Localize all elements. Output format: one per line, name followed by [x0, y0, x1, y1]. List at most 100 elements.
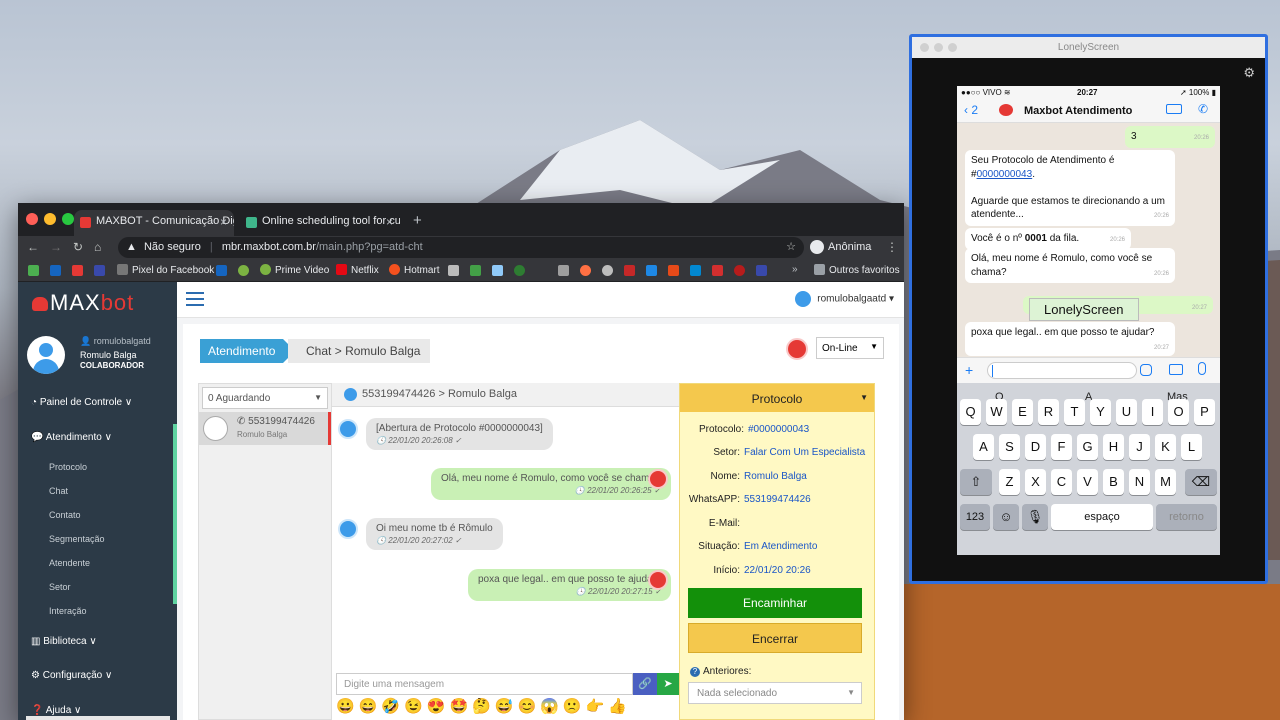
close-ticket-button[interactable]: Encerrar	[688, 623, 862, 653]
sidebar-item-painel[interactable]: ◔ Painel de Controle ∨	[31, 397, 132, 408]
attach-button[interactable]: 🔗	[633, 673, 657, 695]
video-call-icon[interactable]	[1166, 104, 1182, 114]
protocol-header[interactable]: Protocolo ▼	[680, 384, 874, 412]
bookmark-icon[interactable]	[668, 265, 679, 276]
status-select[interactable]: On-Line ▼	[816, 337, 884, 359]
bookmark-other-favorites[interactable]: Outros favoritos	[814, 264, 900, 276]
keyboard-key[interactable]: C	[1051, 469, 1072, 495]
folder-icon[interactable]	[448, 265, 459, 276]
emoji-key[interactable]: ☺	[993, 504, 1019, 530]
bookmark-icon[interactable]	[624, 265, 635, 276]
bookmark-icon[interactable]	[580, 265, 591, 276]
keyboard-key[interactable]: X	[1025, 469, 1046, 495]
bookmark-icon[interactable]	[238, 265, 249, 276]
maximize-window-button[interactable]	[948, 43, 957, 52]
field-value[interactable]: #0000000043	[748, 424, 809, 435]
emoji-button[interactable]: 👉	[586, 698, 605, 715]
emoji-button[interactable]: 👍	[608, 698, 627, 715]
keyboard-key[interactable]: E	[1012, 399, 1033, 425]
keyboard-key[interactable]: D	[1025, 434, 1046, 460]
bookmark-icon[interactable]	[558, 265, 569, 276]
profile-button[interactable]: Anônima	[810, 240, 871, 254]
bookmark-icon[interactable]	[712, 265, 723, 276]
keyboard-key[interactable]: A	[973, 434, 994, 460]
more-bookmarks-icon[interactable]: »	[792, 264, 798, 275]
dictation-key[interactable]: 🎙	[1022, 504, 1048, 530]
home-icon[interactable]: ⌂	[94, 240, 101, 254]
top-user-menu[interactable]: romulobalgaatd ▾	[795, 291, 894, 307]
backspace-key[interactable]: ⌫	[1185, 469, 1217, 495]
back-icon[interactable]: ←	[27, 240, 39, 254]
gear-icon[interactable]: ⚙	[1243, 65, 1255, 81]
bookmark-icon[interactable]	[602, 265, 613, 276]
bookmark-icon[interactable]	[28, 265, 39, 276]
emoji-button[interactable]: 😉	[404, 698, 423, 715]
tab-scheduling[interactable]: Online scheduling tool for cus ×	[240, 210, 400, 236]
sidebar-item-chat[interactable]: Chat	[49, 486, 68, 496]
sidebar-item-segmentacao[interactable]: Segmentação	[49, 534, 105, 544]
whatsapp-text-input[interactable]	[987, 362, 1137, 379]
address-bar[interactable]: ▲ Não seguro | mbr.maxbot.com.br/main.ph…	[118, 237, 804, 258]
numbers-key[interactable]: 123	[960, 504, 990, 530]
sidebar-item-interacao[interactable]: Interação	[49, 606, 87, 616]
forward-icon[interactable]: →	[50, 240, 62, 254]
forward-button[interactable]: Encaminhar	[688, 588, 862, 618]
keyboard-key[interactable]: I	[1142, 399, 1163, 425]
previous-select[interactable]: Nada selecionado ▼	[688, 682, 862, 704]
close-window-button[interactable]	[920, 43, 929, 52]
sidebar-item-contato[interactable]: Contato	[49, 510, 81, 520]
emoji-button[interactable]: 😊	[518, 698, 537, 715]
menu-icon[interactable]: ⋮	[886, 240, 898, 254]
tab-maxbot[interactable]: MAXBOT - Comunicação Digit ×	[74, 210, 234, 236]
bookmark-icon[interactable]	[734, 265, 745, 276]
bookmark-icon[interactable]	[50, 265, 61, 276]
minimize-window-button[interactable]	[44, 213, 56, 225]
microphone-icon[interactable]	[1198, 362, 1206, 375]
back-button[interactable]: ‹ 2	[964, 103, 978, 117]
new-tab-button[interactable]: +	[413, 212, 422, 229]
keyboard-key[interactable]: K	[1155, 434, 1176, 460]
emoji-button[interactable]: 🤩	[449, 698, 468, 715]
keyboard-key[interactable]: T	[1064, 399, 1085, 425]
sidebar-item-protocolo[interactable]: Protocolo	[49, 462, 87, 472]
keyboard-key[interactable]: M	[1155, 469, 1176, 495]
protocol-link[interactable]: 0000000043	[977, 169, 1033, 180]
reload-icon[interactable]: ↻	[73, 240, 83, 254]
keyboard-key[interactable]: L	[1181, 434, 1202, 460]
emoji-button[interactable]: 🤔	[472, 698, 491, 715]
sidebar-item-atendimento[interactable]: 💬 Atendimento ∨	[31, 432, 112, 443]
send-button[interactable]: ➤	[657, 673, 679, 695]
bookmark-icon[interactable]	[492, 265, 503, 276]
shift-key[interactable]: ⇧	[960, 469, 992, 495]
keyboard-key[interactable]: H	[1103, 434, 1124, 460]
emoji-button[interactable]: 😄	[359, 698, 378, 715]
keyboard-key[interactable]: S	[999, 434, 1020, 460]
sidebar-item-ajuda[interactable]: ❓ Ajuda ∨	[31, 705, 81, 716]
bookmark-icon[interactable]	[94, 265, 105, 276]
camera-icon[interactable]	[1169, 364, 1183, 375]
contact-name[interactable]: Maxbot Atendimento	[1024, 105, 1132, 117]
maximize-window-button[interactable]	[62, 213, 74, 225]
message-input[interactable]: Digite uma mensagem	[336, 673, 633, 695]
keyboard-key[interactable]: P	[1194, 399, 1215, 425]
phone-call-icon[interactable]: ✆	[1198, 102, 1208, 116]
keyboard-key[interactable]: O	[1168, 399, 1189, 425]
emoji-button[interactable]: 😍	[427, 698, 446, 715]
keyboard-key[interactable]: R	[1038, 399, 1059, 425]
space-key[interactable]: espaço	[1051, 504, 1153, 530]
bookmark-icon[interactable]	[646, 265, 657, 276]
keyboard-key[interactable]: J	[1129, 434, 1150, 460]
menu-toggle-icon[interactable]	[186, 292, 204, 306]
keyboard-key[interactable]: F	[1051, 434, 1072, 460]
bookmark-prime-video[interactable]: Prime Video	[260, 264, 329, 276]
brand-logo[interactable]: MAXbot	[18, 282, 177, 326]
close-window-button[interactable]	[26, 213, 38, 225]
keyboard-key[interactable]: W	[986, 399, 1007, 425]
bookmark-icon[interactable]	[216, 265, 227, 276]
queue-item[interactable]: ✆ 553199474426 Romulo Balga	[199, 412, 331, 445]
emoji-button[interactable]: 😱	[540, 698, 559, 715]
bookmark-icon[interactable]	[690, 265, 701, 276]
emoji-button[interactable]: 🤣	[381, 698, 400, 715]
return-key[interactable]: retorno	[1156, 504, 1217, 530]
bookmark-icon[interactable]	[72, 265, 83, 276]
